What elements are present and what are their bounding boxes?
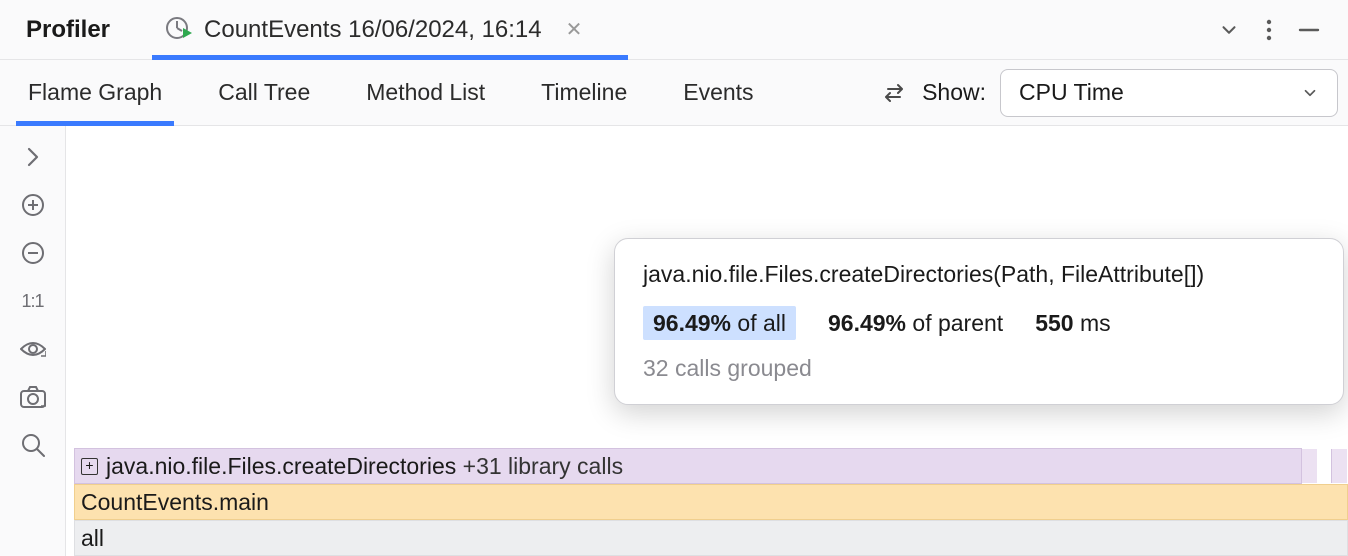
chevron-right-icon[interactable]	[20, 144, 46, 170]
tooltip-method-name: java.nio.file.Files.createDirectories(Pa…	[643, 261, 1315, 288]
method-tooltip: java.nio.file.Files.createDirectories(Pa…	[614, 238, 1344, 405]
zoom-in-icon[interactable]	[20, 192, 46, 218]
tooltip-stats: 96.49% of all 96.49% of parent 550 ms	[643, 310, 1315, 337]
view-tabs: Flame Graph Call Tree Method List Timeli…	[0, 60, 1348, 126]
run-profile-icon	[166, 17, 192, 43]
flame-rows: + java.nio.file.Files.createDirectories …	[74, 448, 1348, 556]
tab-flame-graph[interactable]: Flame Graph	[20, 60, 170, 125]
tab-events[interactable]: Events	[675, 60, 761, 125]
flame-bar-label: java.nio.file.Files.createDirectories +3…	[106, 453, 623, 480]
more-options-icon[interactable]	[1266, 19, 1272, 41]
flame-bar-createDirectories[interactable]: + java.nio.file.Files.createDirectories …	[74, 448, 1302, 484]
flame-bar-siblings[interactable]	[1301, 449, 1347, 483]
close-tab-icon[interactable]: ✕	[566, 17, 583, 42]
minimize-icon[interactable]	[1298, 19, 1320, 41]
flame-bar-label: CountEvents.main	[81, 489, 269, 516]
search-icon[interactable]	[20, 432, 46, 458]
tab-method-list[interactable]: Method List	[358, 60, 493, 125]
camera-icon[interactable]	[20, 384, 46, 410]
flame-graph-canvas[interactable]: java.nio.file.Files.createDirectories(Pa…	[66, 126, 1348, 556]
stat-pct-all: 96.49% of all	[643, 310, 796, 337]
tab-call-tree[interactable]: Call Tree	[210, 60, 318, 125]
show-label: Show:	[922, 79, 986, 106]
tab-timeline[interactable]: Timeline	[533, 60, 635, 125]
main-area: 1:1 java.nio.file.Files.createDirectorie…	[0, 126, 1348, 556]
title-bar: Profiler CountEvents 16/06/2024, 16:14 ✕	[0, 0, 1348, 60]
flame-bar-label: all	[81, 525, 104, 552]
titlebar-right-controls	[1218, 19, 1348, 41]
tooltip-footer: 32 calls grouped	[643, 355, 1315, 382]
flame-bar-main[interactable]: CountEvents.main	[74, 484, 1348, 520]
stat-time: 550 ms	[1035, 310, 1110, 337]
profiler-title: Profiler	[26, 16, 110, 44]
show-metric-dropdown[interactable]: CPU Time	[1000, 69, 1338, 117]
session-label: CountEvents 16/06/2024, 16:14	[204, 16, 542, 44]
flame-bar-all[interactable]: all	[74, 520, 1348, 556]
chevron-down-icon	[1301, 84, 1319, 102]
left-rail: 1:1	[0, 126, 66, 556]
expand-icon[interactable]: +	[81, 458, 98, 475]
swap-icon[interactable]	[880, 81, 908, 105]
stat-pct-parent: 96.49% of parent	[828, 310, 1003, 337]
chevron-down-icon[interactable]	[1218, 19, 1240, 41]
session-tab[interactable]: CountEvents 16/06/2024, 16:14 ✕	[166, 0, 612, 59]
zoom-out-icon[interactable]	[20, 240, 46, 266]
eye-icon[interactable]	[20, 336, 46, 362]
zoom-reset-button[interactable]: 1:1	[20, 288, 46, 314]
show-metric-value: CPU Time	[1019, 79, 1124, 106]
